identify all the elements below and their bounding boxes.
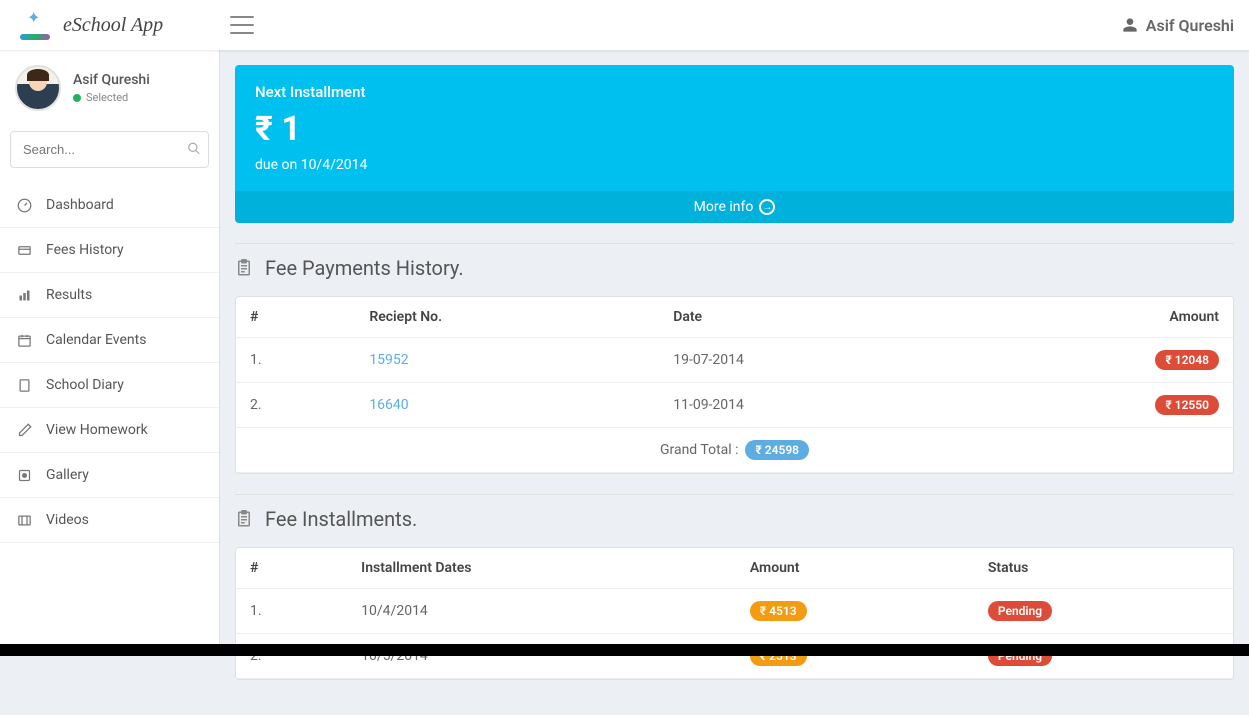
sidebar-item-results[interactable]: Results [0, 273, 219, 318]
profile-block: Asif Qureshi Selected [0, 50, 219, 126]
section-title: Fee Payments History. [265, 256, 464, 280]
sidebar-item-school-diary[interactable]: School Diary [0, 363, 219, 408]
section-title: Fee Installments. [265, 507, 417, 531]
grand-total-badge: ₹ 24598 [745, 440, 809, 460]
topbar-user[interactable]: Asif Qureshi [1122, 16, 1234, 35]
results-icon [16, 287, 32, 303]
amount-badge: ₹ 12048 [1155, 350, 1219, 370]
installments-table: # Installment Dates Amount Status 1. 10/… [236, 548, 1233, 679]
user-icon [1122, 17, 1138, 33]
topbar-user-name: Asif Qureshi [1146, 16, 1234, 35]
sidebar-item-label: Calendar Events [46, 332, 146, 348]
card-due-text: due on 10/4/2014 [255, 157, 1214, 173]
table-row: 2. 10/5/2014 ₹ 2513 Pending [236, 634, 1233, 679]
sidebar-item-label: View Homework [46, 422, 148, 438]
app-name: eSchool App [63, 14, 163, 37]
receipt-link[interactable]: 16640 [369, 397, 408, 413]
col-receipt: Reciept No. [355, 297, 659, 338]
sidebar-item-label: Videos [46, 512, 89, 528]
sidebar-item-videos[interactable]: Videos [0, 498, 219, 543]
amount-badge: ₹ 4513 [750, 601, 807, 621]
search-input[interactable] [10, 131, 209, 168]
sidebar-item-view-homework[interactable]: View Homework [0, 408, 219, 453]
col-amount: Amount [736, 548, 974, 589]
arrow-right-icon: → [759, 199, 775, 215]
table-row: 1. 15952 19-07-2014 ₹ 12048 [236, 338, 1233, 383]
calendar-icon [16, 332, 32, 348]
card-title: Next Installment [255, 83, 1214, 101]
section-header-installments: Fee Installments. [235, 494, 1234, 547]
col-num: # [236, 548, 347, 589]
clipboard-icon [235, 509, 253, 529]
hamburger-menu-icon[interactable] [230, 16, 254, 34]
sidebar-item-label: Gallery [46, 467, 89, 483]
profile-status: Selected [73, 91, 150, 104]
sidebar-item-label: School Diary [46, 377, 124, 393]
main-content: Next Installment ₹ 1 due on 10/4/2014 Mo… [220, 50, 1249, 715]
amount-badge: ₹ 12550 [1155, 395, 1219, 415]
col-date: Installment Dates [347, 548, 736, 589]
search-icon[interactable] [187, 140, 201, 159]
installments-panel: # Installment Dates Amount Status 1. 10/… [235, 547, 1234, 680]
sidebar-item-fees-history[interactable]: Fees History [0, 228, 219, 273]
sidebar-item-label: Fees History [46, 242, 124, 258]
avatar [15, 65, 61, 111]
videos-icon [16, 512, 32, 528]
fees-icon [16, 242, 32, 258]
sidebar: Asif Qureshi Selected Dashboard Fees His… [0, 50, 220, 656]
sidebar-item-label: Results [46, 287, 92, 303]
diary-icon [16, 377, 32, 393]
clipboard-icon [235, 258, 253, 278]
gallery-icon [16, 467, 32, 483]
sidebar-item-calendar[interactable]: Calendar Events [0, 318, 219, 363]
logo-icon [15, 10, 55, 40]
search-box [10, 131, 209, 168]
grand-total-label: Grand Total : [660, 442, 739, 458]
more-info-button[interactable]: More info → [235, 191, 1234, 223]
sidebar-item-gallery[interactable]: Gallery [0, 453, 219, 498]
logo-area[interactable]: eSchool App [15, 10, 220, 40]
section-header-payments: Fee Payments History. [235, 243, 1234, 296]
dashboard-icon [16, 197, 32, 213]
sidebar-item-label: Dashboard [46, 197, 114, 213]
status-badge: Pending [988, 601, 1052, 621]
col-date: Date [659, 297, 957, 338]
col-amount: Amount [957, 297, 1233, 338]
payments-table: # Reciept No. Date Amount 1. 15952 19-07… [236, 297, 1233, 473]
profile-name: Asif Qureshi [73, 72, 150, 88]
payments-panel: # Reciept No. Date Amount 1. 15952 19-07… [235, 296, 1234, 474]
status-dot-icon [73, 94, 81, 102]
sidebar-item-dashboard[interactable]: Dashboard [0, 183, 219, 228]
col-status: Status [974, 548, 1233, 589]
receipt-link[interactable]: 15952 [369, 352, 408, 368]
nav-list: Dashboard Fees History Results Calendar … [0, 183, 219, 543]
table-row: 2. 16640 11-09-2014 ₹ 12550 [236, 383, 1233, 428]
grand-total-row: Grand Total : ₹ 24598 [236, 428, 1233, 473]
next-installment-card: Next Installment ₹ 1 due on 10/4/2014 Mo… [235, 65, 1234, 223]
table-row: 1. 10/4/2014 ₹ 4513 Pending [236, 589, 1233, 634]
homework-icon [16, 422, 32, 438]
topbar: eSchool App Asif Qureshi [0, 0, 1249, 50]
bottom-bar [0, 644, 1249, 656]
card-amount: ₹ 1 [255, 109, 1214, 149]
col-num: # [236, 297, 355, 338]
